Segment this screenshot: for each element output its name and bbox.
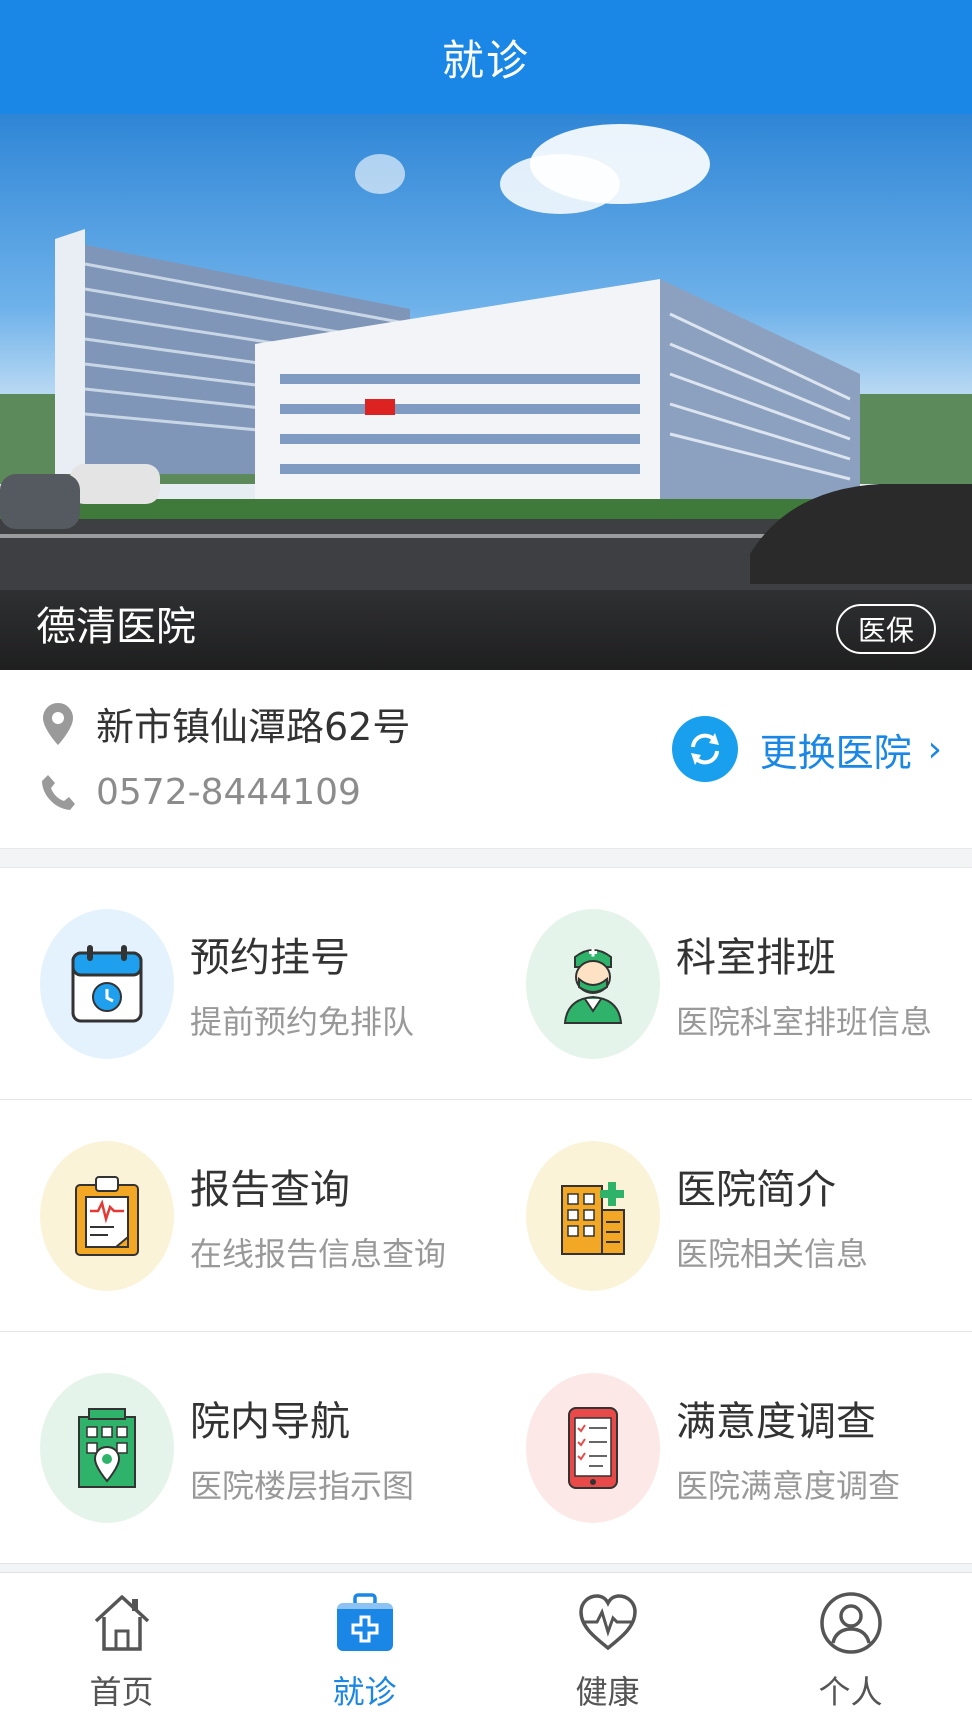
- chevron-right-icon: ›: [927, 728, 942, 770]
- refresh-icon: [671, 716, 738, 782]
- service-grid: 预约挂号 提前预约免排队 科室排班 医院科室排班信息 报告查询 在线报告信息查询…: [0, 868, 972, 1564]
- service-subtitle: 医院相关信息: [676, 1235, 869, 1273]
- service-satisfaction-survey[interactable]: 满意度调查 医院满意度调查: [486, 1332, 972, 1564]
- medical-kit-icon: [329, 1587, 401, 1659]
- service-subtitle: 提前预约免排队: [190, 1003, 415, 1041]
- home-icon: [86, 1587, 158, 1659]
- hospital-info: 新市镇仙潭路62号 0572-8444109 更换医院 ›: [0, 670, 972, 848]
- phone-survey-icon: [526, 1373, 660, 1523]
- hospital-address: 新市镇仙潭路62号: [96, 705, 411, 749]
- service-row: 院内导航 医院楼层指示图 满意度调查 医院满意度调查: [0, 1332, 972, 1564]
- service-title: 报告查询: [190, 1167, 350, 1213]
- service-subtitle: 在线报告信息查询: [190, 1235, 447, 1273]
- tabbar-divider: [0, 1564, 972, 1572]
- service-title: 满意度调查: [676, 1399, 876, 1445]
- user-icon: [815, 1587, 887, 1659]
- change-hospital-button[interactable]: 更换医院 ›: [671, 716, 942, 782]
- service-title: 医院简介: [676, 1167, 836, 1213]
- tab-profile[interactable]: 个人: [729, 1573, 972, 1728]
- service-subtitle: 医院科室排班信息: [676, 1003, 933, 1041]
- tab-visit[interactable]: 就诊: [243, 1573, 486, 1728]
- phone-row[interactable]: 0572-8444109: [38, 768, 361, 816]
- change-hospital-label: 更换医院: [759, 730, 912, 775]
- service-hospital-intro[interactable]: 医院简介 医院相关信息: [486, 1100, 972, 1332]
- service-appointment[interactable]: 预约挂号 提前预约免排队: [0, 868, 486, 1100]
- service-indoor-navigation[interactable]: 院内导航 医院楼层指示图: [0, 1332, 486, 1564]
- tab-label: 首页: [89, 1673, 154, 1711]
- service-title: 院内导航: [190, 1399, 350, 1445]
- bottom-tab-bar: 首页 就诊 健康 个人: [0, 1572, 972, 1728]
- tab-label: 健康: [575, 1673, 640, 1711]
- page-title: 就诊: [441, 35, 530, 85]
- tab-label: 个人: [818, 1673, 883, 1711]
- doctor-icon: [526, 909, 660, 1059]
- tab-label: 就诊: [332, 1673, 397, 1711]
- tab-home[interactable]: 首页: [0, 1573, 243, 1728]
- calendar-clock-icon: [40, 909, 174, 1059]
- hospital-building-icon: [526, 1141, 660, 1291]
- service-subtitle: 医院楼层指示图: [190, 1467, 415, 1505]
- building-location-icon: [40, 1373, 174, 1523]
- hospital-name: 德清医院: [36, 604, 196, 650]
- tab-health[interactable]: 健康: [486, 1573, 729, 1728]
- phone-icon: [38, 768, 78, 816]
- top-bar: 就诊: [0, 0, 972, 114]
- service-report-query[interactable]: 报告查询 在线报告信息查询: [0, 1100, 486, 1332]
- heart-pulse-icon: [572, 1587, 644, 1659]
- address-row: 新市镇仙潭路62号: [38, 696, 410, 751]
- service-row: 预约挂号 提前预约免排队 科室排班 医院科室排班信息: [0, 868, 972, 1100]
- service-title: 科室排班: [676, 935, 836, 981]
- hospital-banner[interactable]: 德清医院 医保: [0, 114, 972, 670]
- section-divider: [0, 848, 972, 868]
- hospital-phone[interactable]: 0572-8444109: [96, 772, 361, 813]
- service-row: 报告查询 在线报告信息查询 医院简介 医院相关信息: [0, 1100, 972, 1332]
- hospital-photo: [0, 124, 972, 670]
- service-department-schedule[interactable]: 科室排班 医院科室排班信息: [486, 868, 972, 1100]
- medical-insurance-badge: 医保: [836, 604, 936, 654]
- service-title: 预约挂号: [190, 935, 350, 981]
- clipboard-report-icon: [40, 1141, 174, 1291]
- service-subtitle: 医院满意度调查: [676, 1467, 901, 1505]
- location-pin-icon: [38, 700, 78, 748]
